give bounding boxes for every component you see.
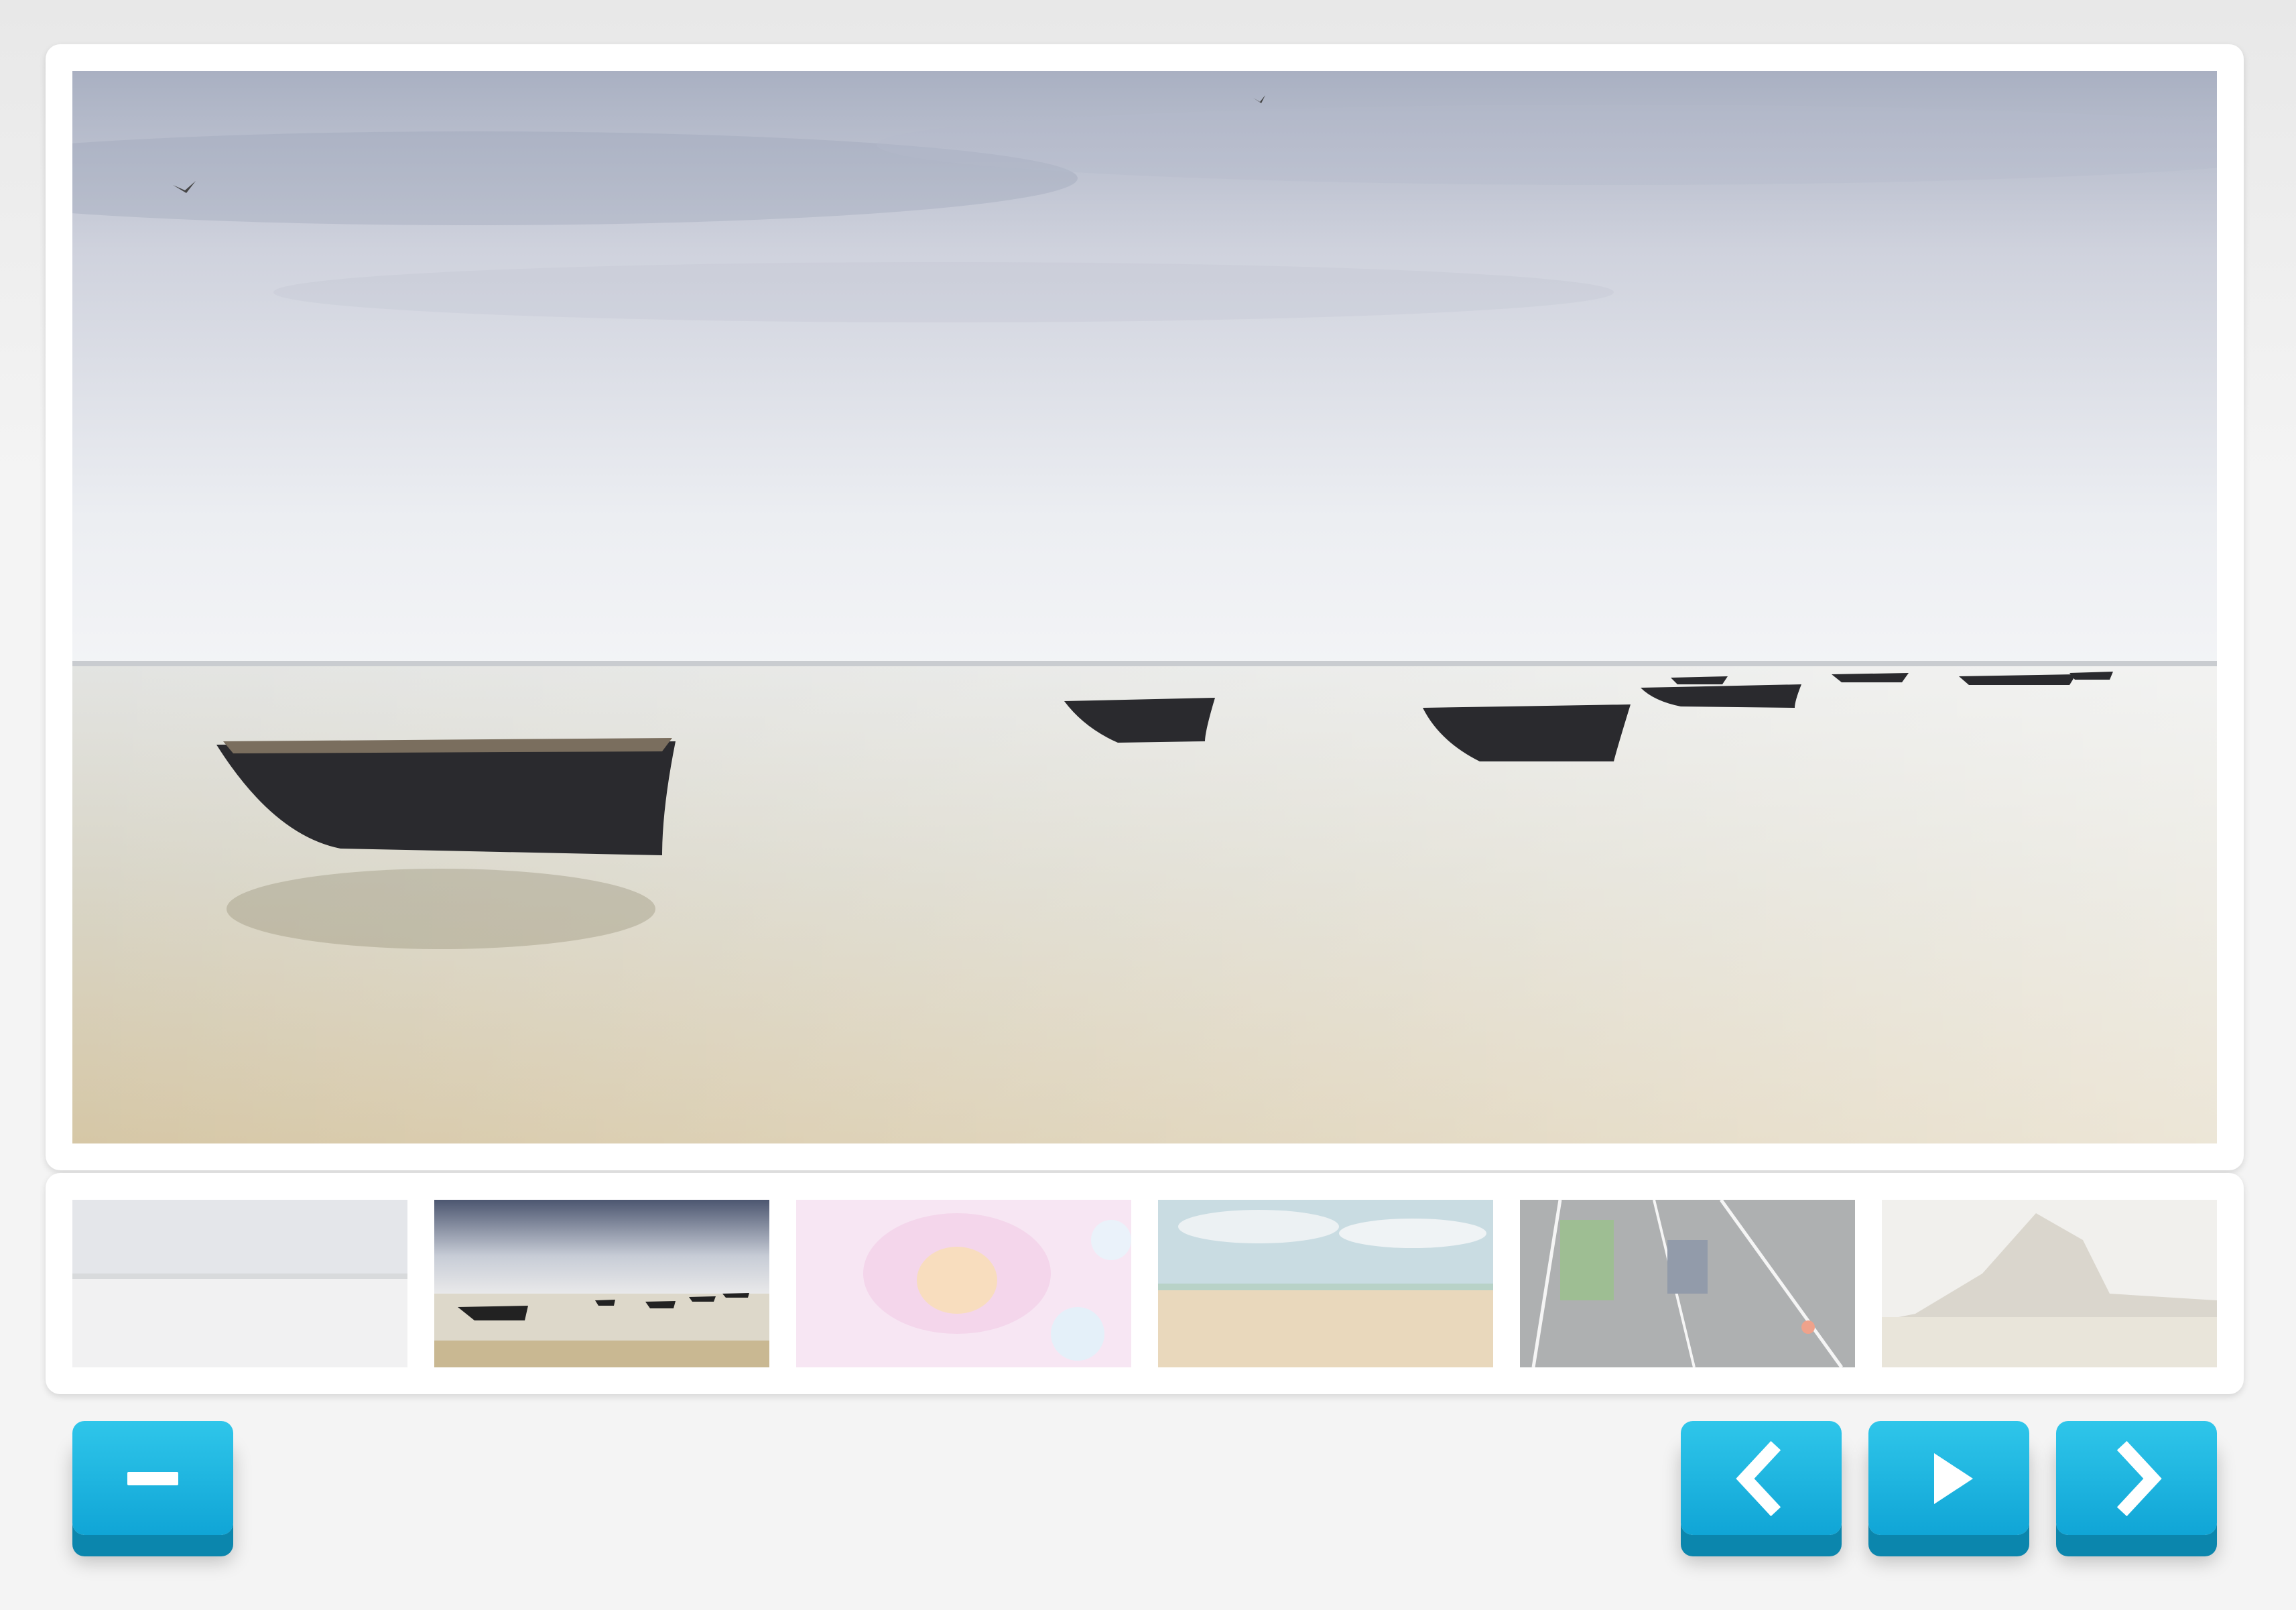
boats-scene-image bbox=[72, 71, 2217, 1143]
thumbnail-road-traffic[interactable] bbox=[1520, 1200, 1855, 1367]
chevron-left-icon bbox=[1736, 1440, 1781, 1517]
sandy-beach-image bbox=[1158, 1200, 1493, 1367]
play-button[interactable] bbox=[1868, 1421, 2029, 1555]
thumbnail-misty-shore[interactable] bbox=[72, 1200, 407, 1367]
next-button[interactable] bbox=[2056, 1421, 2217, 1555]
thumbnail-strip bbox=[46, 1173, 2244, 1394]
minus-icon bbox=[127, 1472, 178, 1485]
thumbnail-rock-coast[interactable] bbox=[1882, 1200, 2217, 1367]
boats-on-sea-image bbox=[434, 1200, 769, 1367]
road-traffic-image bbox=[1520, 1200, 1855, 1367]
main-image[interactable] bbox=[72, 71, 2217, 1143]
chevron-right-icon bbox=[2116, 1440, 2162, 1517]
rock-coast-image bbox=[1882, 1200, 2217, 1367]
play-icon bbox=[1934, 1453, 1973, 1504]
main-image-panel bbox=[46, 44, 2244, 1170]
collapse-button[interactable] bbox=[72, 1421, 233, 1555]
thumbnail-sandy-beach[interactable] bbox=[1158, 1200, 1493, 1367]
misty-shore-image bbox=[72, 1200, 407, 1367]
thumbnail-boats-on-sea[interactable] bbox=[434, 1200, 769, 1367]
previous-button[interactable] bbox=[1681, 1421, 1842, 1555]
pink-flower-image bbox=[796, 1200, 1131, 1367]
thumbnail-pink-flower[interactable] bbox=[796, 1200, 1131, 1367]
